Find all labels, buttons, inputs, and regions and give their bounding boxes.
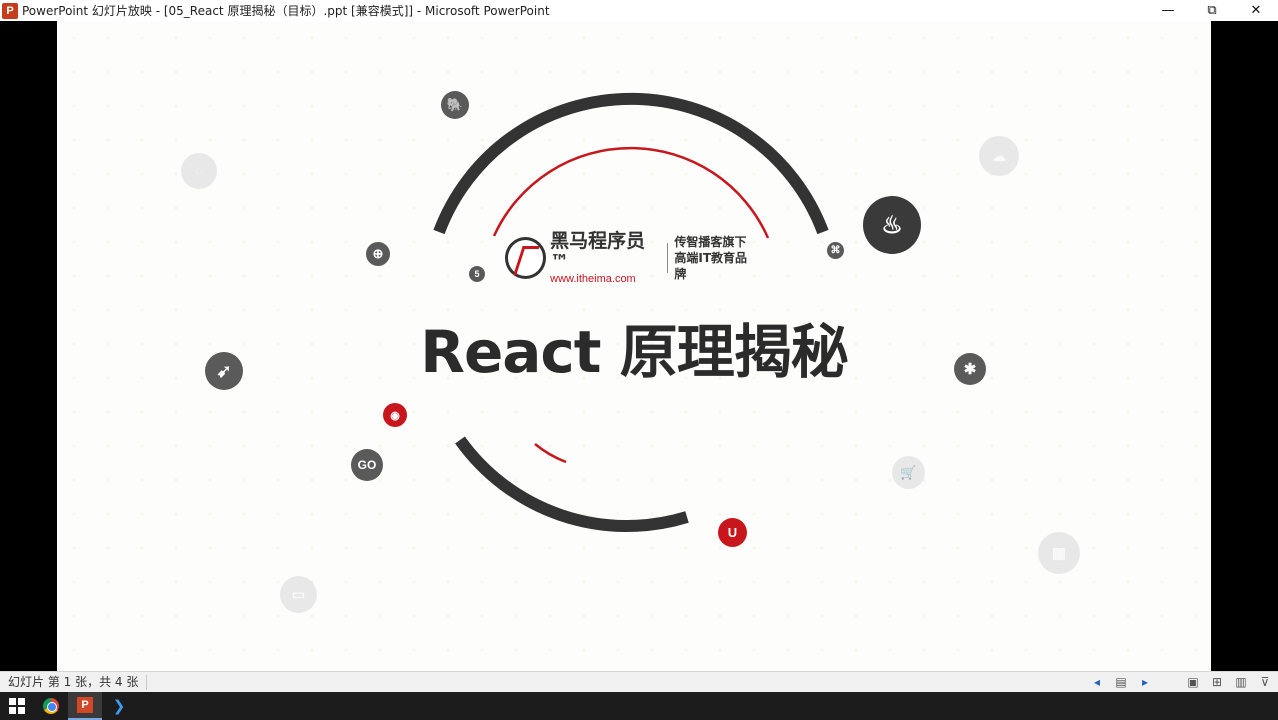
reading-view-icon[interactable]: ▥	[1232, 674, 1250, 690]
horse-logo-icon	[505, 237, 547, 279]
tagline-line-2: 高端IT教育品牌	[674, 251, 748, 281]
next-slide-icon[interactable]: ▸	[1136, 674, 1154, 690]
restore-button[interactable]: ⧉	[1190, 0, 1234, 21]
slide-sorter-icon[interactable]: ⊞	[1208, 674, 1226, 690]
brand-logo: 黑马程序员™ www.itheima.com 传智播客旗下 高端IT教育品牌	[505, 230, 757, 285]
top-dark-arc	[433, 92, 829, 235]
powerpoint-icon: P	[77, 697, 93, 713]
window-titlebar: P PowerPoint 幻灯片放映 - [05_React 原理揭秘（目标）.…	[0, 0, 1278, 21]
statusbar: 幻灯片 第 1 张，共 4 张 ◂ ▤ ▸ ▣ ⊞ ▥ ⊽	[0, 671, 1278, 692]
windows-logo-icon	[9, 698, 25, 714]
top-red-arc	[492, 146, 770, 239]
vscode-icon: ❯	[112, 697, 126, 715]
taskbar-powerpoint[interactable]: P	[68, 692, 102, 720]
slide-canvas[interactable]: 黑马程序员™ www.itheima.com 传智播客旗下 高端IT教育品牌 R…	[57, 21, 1211, 671]
html5-icon: 5	[469, 266, 485, 282]
logo-name-block: 黑马程序员™ www.itheima.com	[550, 229, 661, 286]
chrome-icon	[43, 698, 59, 714]
java-icon: ♨	[863, 196, 921, 254]
bottom-dark-arc	[455, 436, 689, 532]
slideshow-view-icon[interactable]: ⊽	[1256, 674, 1274, 690]
cart-icon: 🛒	[892, 456, 925, 489]
taskbar: P ❯	[0, 692, 1278, 720]
python-icon: ⌘	[827, 242, 844, 259]
window-title: PowerPoint 幻灯片放映 - [05_React 原理揭秘（目标）.pp…	[22, 4, 550, 18]
start-button[interactable]	[0, 692, 34, 720]
slide-counter: 幻灯片 第 1 张，共 4 张	[0, 674, 148, 690]
globe-icon: ⊕	[366, 242, 390, 266]
window-controls: — ⧉ ✕	[1146, 0, 1278, 21]
cloud-icon: ☁	[979, 136, 1019, 176]
close-button[interactable]: ✕	[1234, 0, 1278, 21]
brand-url: www.itheima.com	[550, 272, 636, 285]
go-icon: GO	[351, 449, 383, 481]
brand-name: 黑马程序员™	[550, 229, 646, 273]
previous-slide-icon[interactable]: ◂	[1088, 674, 1106, 690]
slide-menu-icon[interactable]: ▤	[1112, 674, 1130, 690]
php-elephant-icon: 🐘	[441, 91, 469, 119]
minimize-button[interactable]: —	[1146, 0, 1190, 21]
ui-design-icon: U	[718, 518, 747, 547]
ghost-code-icon: ◌	[181, 153, 217, 189]
swift-bird-icon: ➹	[205, 352, 243, 390]
statusbar-controls: ◂ ▤ ▸ ▣ ⊞ ▥ ⊽	[1088, 674, 1274, 690]
bottom-red-arc	[534, 443, 567, 464]
bug-test-icon: ✱	[954, 353, 986, 385]
tagline-line-1: 传智播客旗下	[674, 235, 747, 249]
logo-tagline: 传智播客旗下 高端IT教育品牌	[674, 234, 757, 282]
window-icon: ▭	[280, 576, 317, 613]
logo-divider	[667, 243, 669, 273]
powerpoint-app-icon[interactable]: P	[2, 2, 18, 19]
store-icon: ▦	[1038, 532, 1080, 574]
normal-view-icon[interactable]: ▣	[1184, 674, 1202, 690]
taskbar-vscode[interactable]: ❯	[102, 692, 136, 720]
user-icon: ◉	[383, 403, 407, 427]
taskbar-chrome[interactable]	[34, 692, 68, 720]
